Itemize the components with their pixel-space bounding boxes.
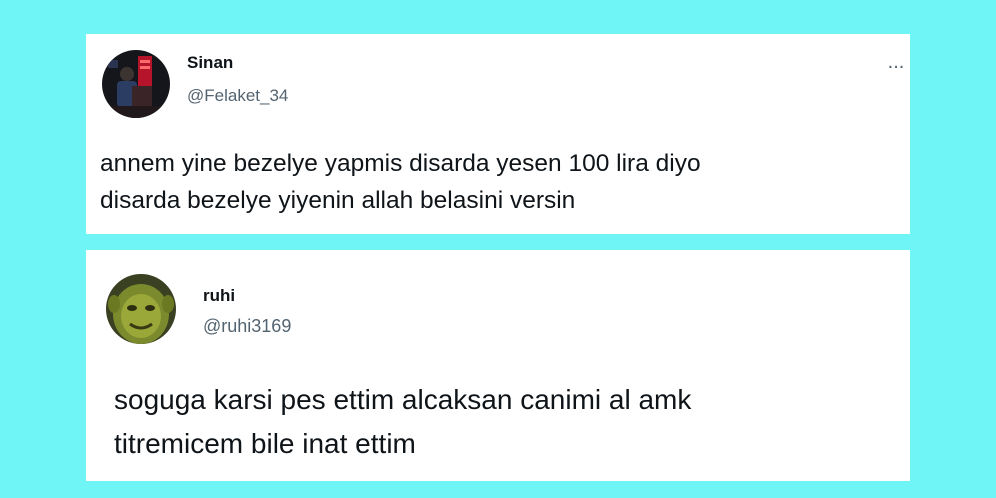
user-handle[interactable]: @Felaket_34 [187, 86, 288, 106]
tweet-text: annem yine bezelye yapmis disarda yesen … [100, 145, 701, 219]
avatar[interactable] [106, 274, 176, 344]
page: { "tweets": [ { "display_name": "Sinan",… [0, 0, 996, 498]
tweet-text-line: disarda bezelye yiyenin allah belasini v… [100, 187, 576, 214]
display-name[interactable]: ruhi [203, 286, 235, 306]
tweet-text: soguga karsi pes ettim alcaksan canimi a… [114, 378, 691, 466]
tweet-text-line: annem yine bezelye yapmis disarda yesen … [100, 150, 701, 177]
avatar[interactable] [102, 50, 170, 118]
profile-photo-icon [106, 274, 176, 344]
user-handle[interactable]: @ruhi3169 [203, 316, 291, 337]
profile-photo-icon [102, 50, 170, 118]
tweet-text-line: titremicem bile inat ettim [114, 428, 416, 459]
tweet-card[interactable]: Sinan @Felaket_34 ... annem yine bezelye… [86, 34, 910, 234]
more-options-icon[interactable]: ... [882, 52, 910, 72]
tweet-text-line: soguga karsi pes ettim alcaksan canimi a… [114, 384, 692, 415]
tweet-card[interactable]: ruhi @ruhi3169 soguga karsi pes ettim al… [86, 250, 910, 481]
display-name[interactable]: Sinan [187, 53, 233, 73]
